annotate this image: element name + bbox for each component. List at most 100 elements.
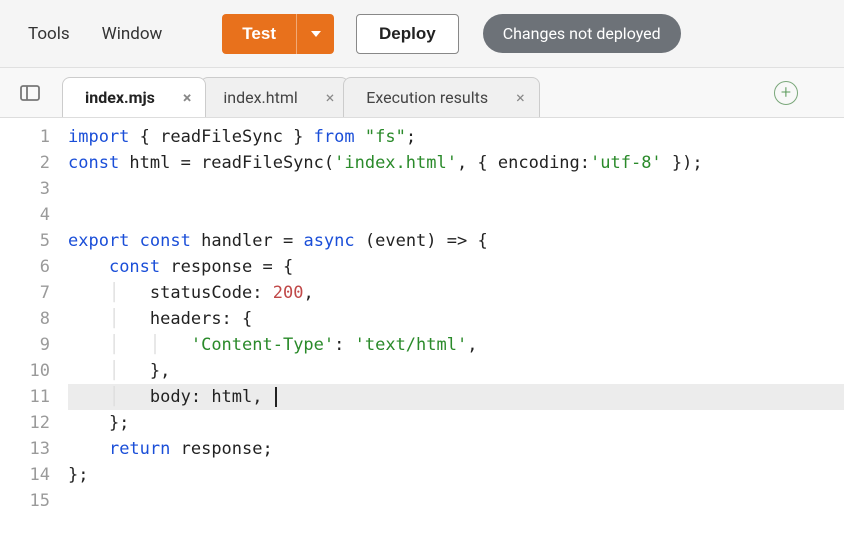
code-token: const bbox=[109, 257, 160, 277]
tab-bar: index.mjs×index.html×Execution results× … bbox=[0, 68, 844, 118]
code-token: │ bbox=[109, 309, 150, 329]
line-number: 8 bbox=[0, 306, 50, 332]
code-token: }); bbox=[662, 153, 703, 173]
text-cursor bbox=[275, 387, 277, 407]
code-token: 'utf-8' bbox=[590, 153, 662, 173]
line-number: 2 bbox=[0, 150, 50, 176]
code-token bbox=[68, 283, 109, 303]
code-token: │ bbox=[109, 361, 150, 381]
line-number: 14 bbox=[0, 462, 50, 488]
tab-index-mjs[interactable]: index.mjs × bbox=[62, 77, 206, 117]
code-token: , bbox=[467, 335, 477, 355]
code-token bbox=[355, 127, 365, 147]
code-token: const bbox=[140, 231, 191, 251]
code-line[interactable]: │ }, bbox=[68, 358, 844, 384]
close-icon[interactable]: × bbox=[183, 90, 192, 106]
code-line[interactable] bbox=[68, 488, 844, 514]
line-number: 9 bbox=[0, 332, 50, 358]
code-token bbox=[68, 387, 109, 407]
code-line[interactable]: │ statusCode: 200, bbox=[68, 280, 844, 306]
code-line[interactable] bbox=[68, 202, 844, 228]
code-line[interactable]: │ headers: { bbox=[68, 306, 844, 332]
code-token: export bbox=[68, 231, 129, 251]
code-token: return bbox=[109, 439, 170, 459]
code-token: const bbox=[68, 153, 119, 173]
code-line[interactable]: return response; bbox=[68, 436, 844, 462]
code-token: import bbox=[68, 127, 129, 147]
code-token: from bbox=[314, 127, 355, 147]
code-line[interactable]: │ body: html, bbox=[68, 384, 844, 410]
code-line[interactable]: export const handler = async (event) => … bbox=[68, 228, 844, 254]
line-number: 1 bbox=[0, 124, 50, 150]
line-number: 6 bbox=[0, 254, 50, 280]
tab-label: Execution results bbox=[366, 88, 488, 107]
code-token: handler = bbox=[191, 231, 304, 251]
code-token: async bbox=[303, 231, 354, 251]
code-token: : bbox=[334, 335, 354, 355]
line-number-gutter: 123456789101112131415 bbox=[0, 118, 62, 514]
line-number: 13 bbox=[0, 436, 50, 462]
code-token: ; bbox=[406, 127, 416, 147]
code-line[interactable]: │ │ 'Content-Type': 'text/html', bbox=[68, 332, 844, 358]
code-editor[interactable]: 123456789101112131415 import { readFileS… bbox=[0, 118, 844, 514]
line-number: 10 bbox=[0, 358, 50, 384]
code-token: │ bbox=[109, 387, 150, 407]
line-number: 15 bbox=[0, 488, 50, 514]
code-line[interactable]: import { readFileSync } from "fs"; bbox=[68, 124, 844, 150]
caret-down-icon bbox=[311, 31, 321, 37]
code-token bbox=[68, 335, 109, 355]
line-number: 7 bbox=[0, 280, 50, 306]
code-line[interactable] bbox=[68, 176, 844, 202]
deploy-status-badge: Changes not deployed bbox=[483, 14, 681, 53]
code-line[interactable]: const html = readFileSync('index.html', … bbox=[68, 150, 844, 176]
tab-index-html[interactable]: index.html × bbox=[200, 77, 349, 117]
tab-execution-results[interactable]: Execution results × bbox=[343, 77, 539, 117]
code-token: │ │ bbox=[109, 335, 191, 355]
code-token: }; bbox=[68, 465, 88, 485]
menu-window[interactable]: Window bbox=[92, 18, 173, 50]
code-token: statusCode: bbox=[150, 283, 273, 303]
sidebar-toggle-icon[interactable] bbox=[14, 77, 46, 109]
code-line[interactable]: }; bbox=[68, 462, 844, 488]
tab-label: index.mjs bbox=[85, 88, 155, 107]
code-token: headers: { bbox=[150, 309, 252, 329]
code-area[interactable]: import { readFileSync } from "fs";const … bbox=[62, 118, 844, 514]
code-token: │ bbox=[109, 283, 150, 303]
code-token: , bbox=[303, 283, 313, 303]
code-token bbox=[68, 309, 109, 329]
line-number: 3 bbox=[0, 176, 50, 202]
code-token: 'Content-Type' bbox=[191, 335, 334, 355]
code-line[interactable]: }; bbox=[68, 410, 844, 436]
code-token: { readFileSync } bbox=[129, 127, 313, 147]
code-token: response; bbox=[170, 439, 272, 459]
code-token bbox=[68, 257, 109, 277]
code-token: html = readFileSync( bbox=[119, 153, 334, 173]
test-button-group: Test bbox=[222, 14, 334, 54]
code-token: (event) => { bbox=[355, 231, 488, 251]
code-token: }, bbox=[150, 361, 170, 381]
deploy-button[interactable]: Deploy bbox=[356, 14, 459, 54]
line-number: 5 bbox=[0, 228, 50, 254]
code-token: response = { bbox=[160, 257, 293, 277]
close-icon[interactable]: × bbox=[326, 90, 335, 106]
code-token: }; bbox=[68, 413, 129, 433]
code-token: "fs" bbox=[365, 127, 406, 147]
code-line[interactable]: const response = { bbox=[68, 254, 844, 280]
add-tab-button[interactable]: + bbox=[774, 81, 798, 105]
tab-label: index.html bbox=[223, 88, 297, 107]
line-number: 12 bbox=[0, 410, 50, 436]
test-button[interactable]: Test bbox=[222, 14, 296, 54]
code-token: 200 bbox=[273, 283, 304, 303]
line-number: 4 bbox=[0, 202, 50, 228]
code-token bbox=[68, 439, 109, 459]
code-token: body: html, bbox=[150, 387, 273, 407]
plus-icon: + bbox=[781, 82, 791, 103]
test-dropdown-button[interactable] bbox=[296, 14, 334, 54]
close-icon[interactable]: × bbox=[516, 90, 525, 106]
toolbar: Tools Window Test Deploy Changes not dep… bbox=[0, 0, 844, 68]
code-token: 'index.html' bbox=[334, 153, 457, 173]
menu-tools[interactable]: Tools bbox=[18, 18, 80, 50]
code-token: 'text/html' bbox=[355, 335, 468, 355]
code-token bbox=[68, 361, 109, 381]
line-number: 11 bbox=[0, 384, 50, 410]
